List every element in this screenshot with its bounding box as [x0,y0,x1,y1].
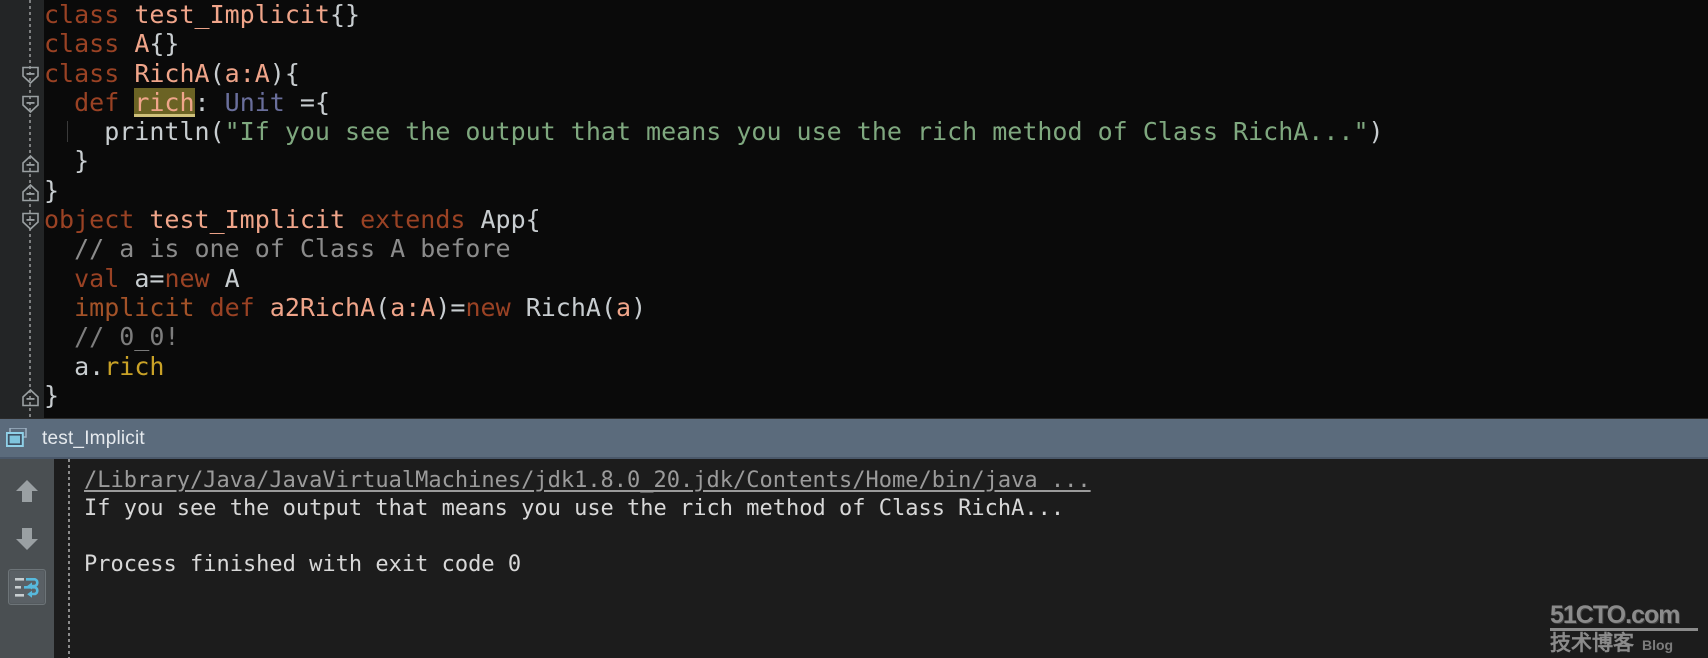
code-token: = [284,87,315,117]
run-tool-window-body: /Library/Java/JavaVirtualMachines/jdk1.8… [0,459,1708,658]
code-token: ) [631,292,647,322]
code-editor[interactable]: class test_Implicit{} class A{} class Rich… [0,0,1708,418]
code-token: class [44,0,135,29]
fold-collapse-icon[interactable] [21,95,40,114]
code-line[interactable]: println("If you see the output that mean… [44,117,1708,146]
code-line[interactable]: } [44,176,1708,205]
run-tool-window-tab[interactable]: test_Implicit [0,418,1708,459]
code-token: ) [269,58,285,88]
editor-code-area[interactable]: class test_Implicit{} class A{} class Rich… [44,0,1708,418]
fold-collapse-icon[interactable] [21,66,40,85]
scroll-up-button[interactable] [9,473,45,507]
run-tab-label: test_Implicit [42,428,145,449]
code-token: def [74,87,135,117]
code-token: rich [134,87,195,117]
fold-rail [29,0,31,418]
code-token: ) [1368,117,1384,147]
code-line[interactable]: } [44,381,1708,410]
watermark-rule [1550,628,1698,631]
code-line[interactable]: // a is one of Class A before [44,234,1708,263]
code-token: a:A [224,58,270,88]
console-toolbar[interactable] [0,459,54,658]
code-line[interactable]: } [44,146,1708,175]
fold-end-icon[interactable] [21,154,40,173]
code-line[interactable]: class RichA(a:A){ [44,59,1708,88]
console-command-link[interactable]: /Library/Java/JavaVirtualMachines/jdk1.8… [84,467,1708,495]
code-token: {} [149,29,180,59]
code-line[interactable]: implicit def a2RichA(a:A)=new RichA(a) [44,293,1708,322]
code-token: "If you see the output that means you us… [224,117,1369,147]
arrow-up-icon [16,480,38,502]
code-token: : [194,87,225,117]
code-token: App [480,205,526,235]
console-line: If you see the output that means you use… [84,496,1065,521]
code-token: = [450,292,466,322]
watermark: 51CTO.com 技术博客 Blog [1550,603,1700,654]
scroll-down-button[interactable] [9,521,45,555]
code-token: a2RichA [269,292,376,322]
arrow-down-icon [16,528,38,550]
code-token: a [616,292,632,322]
code-token: // a is one of Class A before [74,234,511,264]
code-token: ( [375,292,391,322]
code-line[interactable]: // 0_0! [44,322,1708,351]
code-token: { [284,58,300,88]
console-line: Process finished with exit code 0 [84,552,522,577]
code-token: = [149,263,165,293]
code-token: implicit [74,292,210,322]
code-token: { [314,87,331,117]
code-token: println [104,117,210,147]
code-token: . [89,351,105,381]
code-token: new [164,263,210,293]
code-token: extends [345,205,481,235]
code-token: rich [104,351,165,381]
code-token: new [465,292,511,322]
code-token: Unit [224,87,285,117]
code-token: ) [435,292,451,322]
code-line[interactable]: val a=new A [44,264,1708,293]
code-token: object [44,205,150,235]
run-configuration-icon [5,427,30,450]
code-token: ( [209,58,225,88]
code-token: a:A [390,292,436,322]
code-token: def [209,292,270,322]
code-line[interactable]: class A{} [44,29,1708,58]
fold-collapse-icon[interactable] [21,212,40,231]
fold-end-icon[interactable] [21,388,40,407]
ide-window: class test_Implicit{} class A{} class Rich… [0,0,1708,658]
code-token: } [44,380,60,410]
watermark-subtitle: 技术博客 [1550,631,1634,655]
code-line[interactable]: object test_Implicit extends App{ [44,205,1708,234]
code-token: } [44,175,60,205]
code-token: RichA [134,58,210,88]
code-line[interactable]: def rich: Unit ={ [44,87,1708,117]
code-token: test_Implicit [134,0,330,29]
code-token: class [44,58,135,88]
code-token: ( [209,117,225,147]
code-token: class [44,29,135,59]
code-line[interactable]: class test_Implicit{} [44,0,1708,29]
code-token: test_Implicit [149,205,346,235]
editor-gutter[interactable] [0,0,44,418]
fold-end-icon[interactable] [21,183,40,202]
watermark-site: 51CTO.com [1550,601,1680,629]
code-token: a [74,351,90,381]
code-token: RichA [510,292,601,322]
watermark-badge: Blog [1642,637,1674,653]
soft-wrap-icon [15,578,39,598]
code-token: a [134,263,150,293]
code-token: A [209,263,240,293]
code-token: // 0_0! [74,322,180,352]
code-token: A [134,29,150,59]
console-output[interactable]: /Library/Java/JavaVirtualMachines/jdk1.8… [70,459,1708,658]
code-token: { [525,205,541,235]
code-token: {} [329,0,361,29]
indent-guide [67,121,68,143]
code-token: val [74,263,135,293]
code-token: ( [600,292,617,322]
code-token: } [74,146,90,176]
soft-wrap-button[interactable] [8,569,46,605]
code-line[interactable]: a.rich [44,352,1708,381]
